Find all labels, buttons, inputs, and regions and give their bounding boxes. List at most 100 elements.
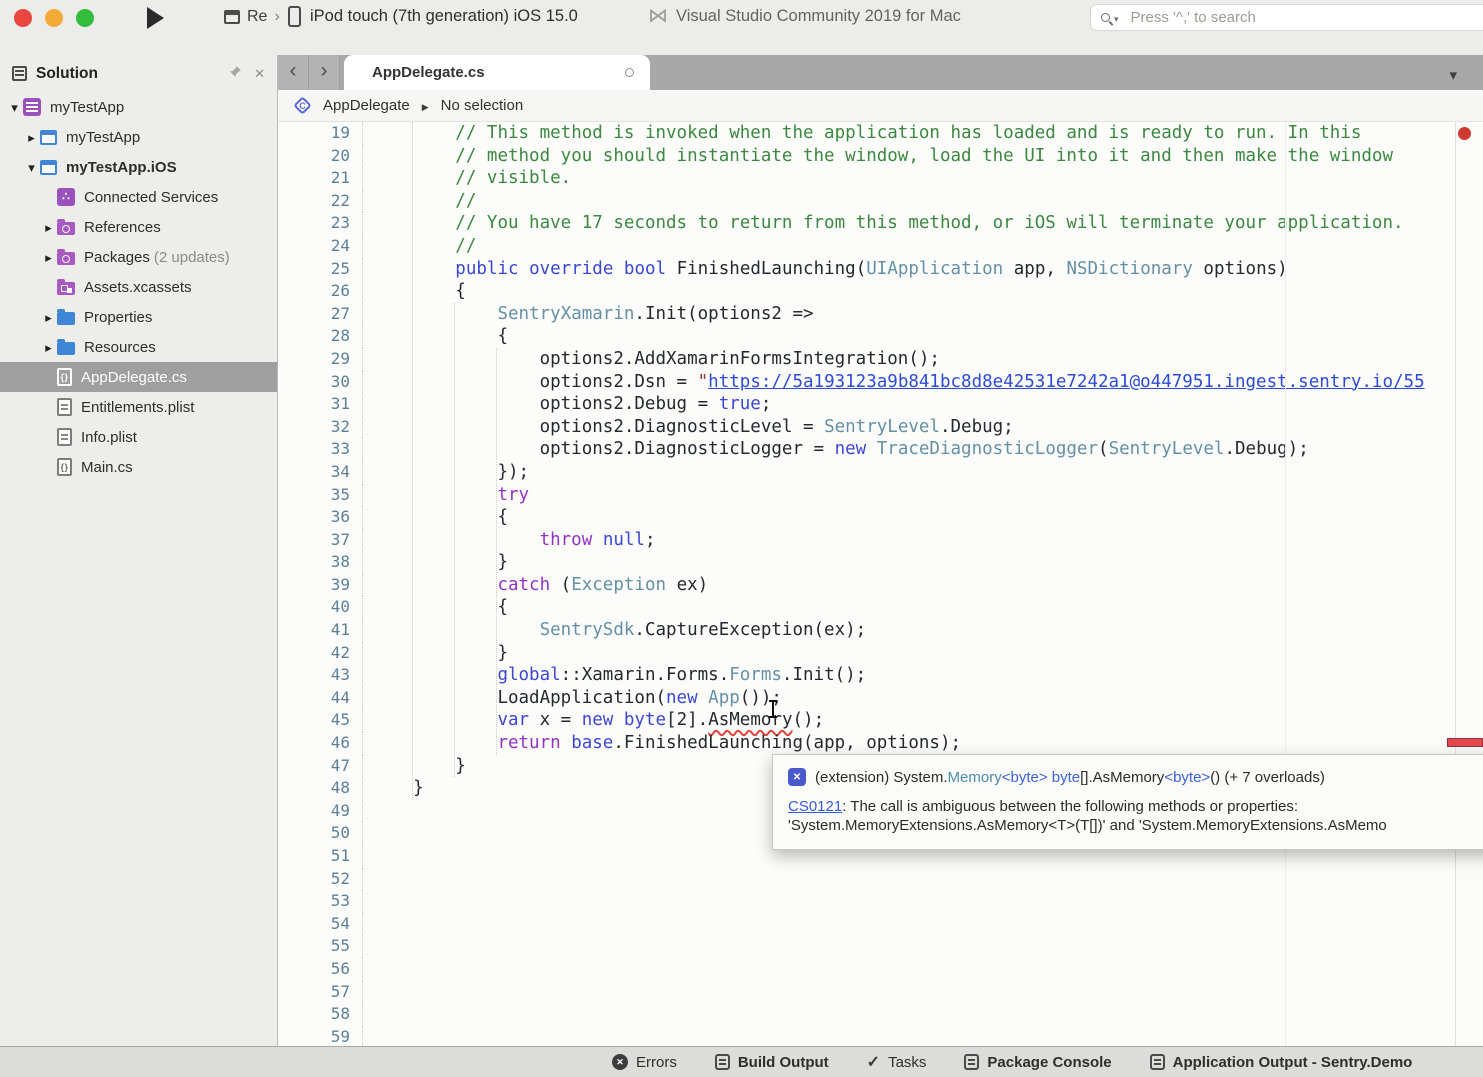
sidebar-item-references[interactable]: References (0, 212, 277, 242)
line-number[interactable]: 33 (278, 438, 362, 461)
zoom-window-button[interactable] (76, 9, 94, 27)
line-number[interactable]: 40 (278, 596, 362, 619)
code-line-35[interactable]: 35 try (278, 484, 1483, 507)
expander-right-icon[interactable] (40, 339, 57, 356)
pad-tab-errors[interactable]: Errors (612, 1054, 677, 1071)
line-number[interactable]: 56 (278, 958, 362, 981)
line-number[interactable]: 47 (278, 755, 362, 778)
pad-tab-application-output-sentry-demo[interactable]: Application Output - Sentry.Demo (1150, 1054, 1413, 1071)
code-line-54[interactable]: 54 (278, 913, 1483, 936)
code-line-29[interactable]: 29 options2.AddXamarinFormsIntegration()… (278, 348, 1483, 371)
sidebar-item-assets-xcassets[interactable]: Assets.xcassets (0, 272, 277, 302)
line-number[interactable]: 51 (278, 845, 362, 868)
code-line-57[interactable]: 57 (278, 981, 1483, 1004)
line-number[interactable]: 36 (278, 506, 362, 529)
code-line-43[interactable]: 43 global::Xamarin.Forms.Forms.Init(); (278, 664, 1483, 687)
scrollbar-overview-ruler[interactable] (1455, 122, 1483, 1046)
line-number[interactable]: 52 (278, 868, 362, 891)
expander-right-icon[interactable] (23, 129, 40, 146)
line-number[interactable]: 54 (278, 913, 362, 936)
sidebar-item-main-cs[interactable]: Main.cs (0, 452, 277, 482)
line-number[interactable]: 24 (278, 235, 362, 258)
line-number[interactable]: 29 (278, 348, 362, 371)
sidebar-item-entitlements-plist[interactable]: Entitlements.plist (0, 392, 277, 422)
error-marker-bar-icon[interactable] (1447, 738, 1483, 747)
line-number[interactable]: 25 (278, 258, 362, 281)
code-line-31[interactable]: 31 options2.Debug = true; (278, 393, 1483, 416)
error-code-link[interactable]: CS0121 (788, 798, 842, 815)
close-panel-icon[interactable] (254, 65, 265, 83)
line-number[interactable]: 49 (278, 800, 362, 823)
line-number[interactable]: 42 (278, 642, 362, 665)
code-line-56[interactable]: 56 (278, 958, 1483, 981)
line-number[interactable]: 32 (278, 416, 362, 439)
line-number[interactable]: 31 (278, 393, 362, 416)
line-number[interactable]: 50 (278, 822, 362, 845)
line-number[interactable]: 34 (278, 461, 362, 484)
device-selector[interactable]: iPod touch (7th generation) iOS 15.0 (288, 6, 578, 27)
code-line-45[interactable]: 45 var x = new byte[2].AsMemory(); (278, 709, 1483, 732)
breadcrumb-class[interactable]: AppDelegate (323, 97, 410, 114)
code-line-53[interactable]: 53 (278, 890, 1483, 913)
code-line-24[interactable]: 24 // (278, 235, 1483, 258)
expander-down-icon[interactable] (6, 99, 23, 116)
run-button[interactable] (147, 7, 164, 29)
sidebar-item-properties[interactable]: Properties (0, 302, 277, 332)
tab-list-dropdown[interactable] (1449, 66, 1457, 85)
line-number[interactable]: 23 (278, 212, 362, 235)
code-line-37[interactable]: 37 throw null; (278, 529, 1483, 552)
pad-tab-build-output[interactable]: Build Output (715, 1054, 829, 1071)
code-editor[interactable]: 19 // This method is invoked when the ap… (278, 122, 1483, 1046)
configuration-selector[interactable]: Re (224, 8, 280, 26)
line-number[interactable]: 41 (278, 619, 362, 642)
sidebar-item-appdelegate-cs[interactable]: AppDelegate.cs (0, 362, 277, 392)
sidebar-item-info-plist[interactable]: Info.plist (0, 422, 277, 452)
line-number[interactable]: 22 (278, 190, 362, 213)
minimize-window-button[interactable] (45, 9, 63, 27)
code-line-26[interactable]: 26 { (278, 280, 1483, 303)
line-number[interactable]: 20 (278, 145, 362, 168)
sidebar-item-mytestapp[interactable]: myTestApp (0, 92, 277, 122)
expander-right-icon[interactable] (40, 249, 57, 266)
code-line-36[interactable]: 36 { (278, 506, 1483, 529)
tab-appdelegate-cs[interactable]: AppDelegate.cs (344, 55, 650, 90)
breadcrumb-selection[interactable]: No selection (441, 97, 524, 114)
sidebar-item-mytestapp-ios[interactable]: myTestApp.iOS (0, 152, 277, 182)
line-number[interactable]: 57 (278, 981, 362, 1004)
code-line-39[interactable]: 39 catch (Exception ex) (278, 574, 1483, 597)
code-line-22[interactable]: 22 // (278, 190, 1483, 213)
code-line-41[interactable]: 41 SentrySdk.CaptureException(ex); (278, 619, 1483, 642)
pin-icon[interactable] (229, 65, 242, 83)
line-number[interactable]: 58 (278, 1003, 362, 1026)
line-number[interactable]: 30 (278, 371, 362, 394)
pad-tab-tasks[interactable]: Tasks (867, 1052, 927, 1072)
line-number[interactable]: 19 (278, 122, 362, 145)
expander-right-icon[interactable] (40, 309, 57, 326)
line-number[interactable]: 53 (278, 890, 362, 913)
line-number[interactable]: 39 (278, 574, 362, 597)
code-line-32[interactable]: 32 options2.DiagnosticLevel = SentryLeve… (278, 416, 1483, 439)
code-line-28[interactable]: 28 { (278, 325, 1483, 348)
code-line-58[interactable]: 58 (278, 1003, 1483, 1026)
code-line-46[interactable]: 46 return base.FinishedLaunching(app, op… (278, 732, 1483, 755)
line-number[interactable]: 44 (278, 687, 362, 710)
search-input[interactable]: Press '^,' to search (1090, 4, 1483, 31)
navigate-forward-button[interactable] (309, 55, 340, 90)
line-number[interactable]: 21 (278, 167, 362, 190)
code-line-30[interactable]: 30 options2.Dsn = "https://5a193123a9b84… (278, 371, 1483, 394)
code-line-33[interactable]: 33 options2.DiagnosticLogger = new Trace… (278, 438, 1483, 461)
sidebar-item-mytestapp[interactable]: myTestApp (0, 122, 277, 152)
line-number[interactable]: 35 (278, 484, 362, 507)
line-number[interactable]: 45 (278, 709, 362, 732)
line-number[interactable]: 48 (278, 777, 362, 800)
code-line-40[interactable]: 40 { (278, 596, 1483, 619)
pad-tab-package-console[interactable]: Package Console (964, 1054, 1111, 1071)
line-number[interactable]: 26 (278, 280, 362, 303)
code-line-20[interactable]: 20 // method you should instantiate the … (278, 145, 1483, 168)
code-line-21[interactable]: 21 // visible. (278, 167, 1483, 190)
code-line-55[interactable]: 55 (278, 935, 1483, 958)
line-number[interactable]: 46 (278, 732, 362, 755)
code-line-44[interactable]: 44 LoadApplication(new App()); (278, 687, 1483, 710)
line-number[interactable]: 55 (278, 935, 362, 958)
sidebar-item-packages[interactable]: Packages (2 updates) (0, 242, 277, 272)
